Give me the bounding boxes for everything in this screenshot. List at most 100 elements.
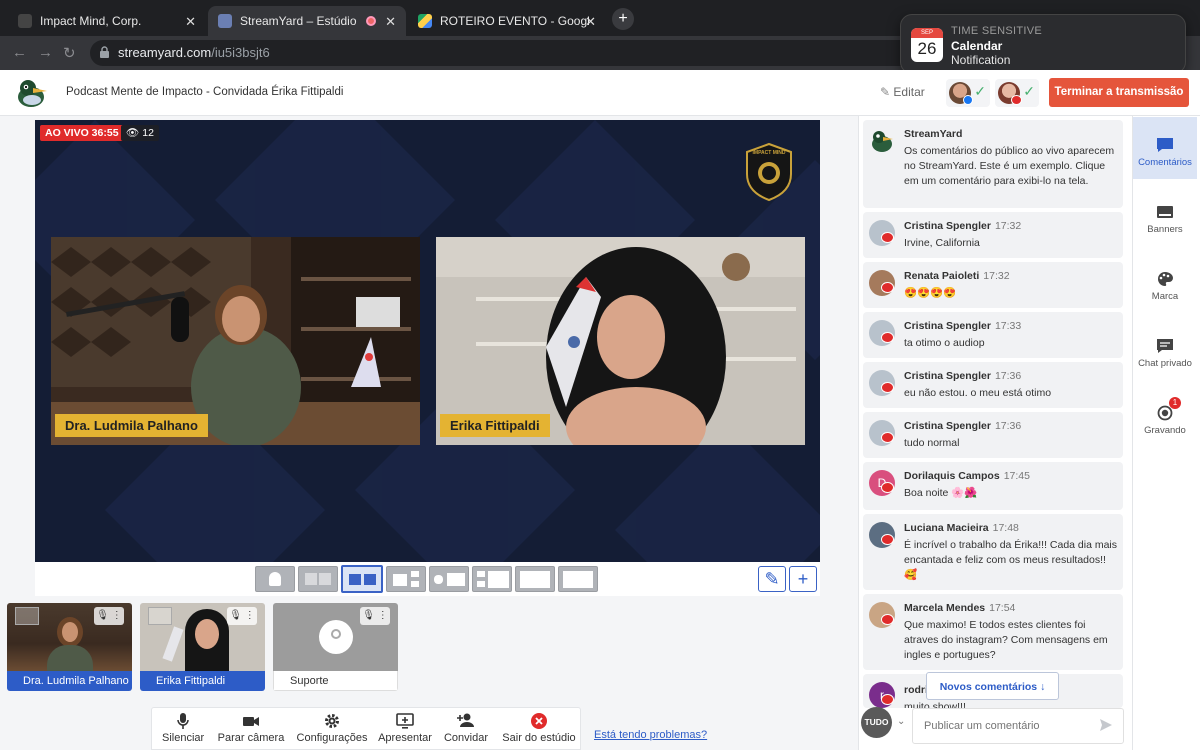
mic-options-button[interactable]: 🎙 ⋮ [227, 607, 257, 625]
comment-author: StreamYard [904, 128, 962, 140]
edit-label: Editar [893, 85, 925, 99]
comment-item[interactable]: D Dorilaquis Campos17:45 Boa noite 🌸🌺 [863, 462, 1123, 510]
edit-layout-button[interactable]: ✎ [758, 566, 786, 592]
rail-label: Comentários [1138, 157, 1192, 168]
layout-toolbar [35, 562, 820, 596]
comment-item[interactable]: Renata Paioleti 17:32 😍😍😍😍 [863, 262, 1123, 308]
url-path: /iu5i3bsjt6 [211, 45, 270, 60]
participant-nameplate: Dra. Ludmila Palhano [55, 414, 208, 437]
comment-text: É incrível o trabalho da Érika!!! Cada d… [904, 539, 1118, 581]
add-to-stage-icon[interactable] [148, 607, 172, 625]
layout-pip-button[interactable] [472, 566, 512, 592]
comment-item[interactable]: Cristina Spengler 17:36 eu não estou. o m… [863, 362, 1123, 408]
rail-banners[interactable]: Banners [1133, 184, 1197, 246]
notification-badge: 1 [1169, 397, 1181, 409]
comment-item[interactable]: Cristina Spengler 17:36 tudo normal [863, 412, 1123, 458]
browser-tab-active[interactable]: StreamYard – Estúdio ✕ [208, 6, 406, 36]
arrow-down-icon: ↓ [1040, 681, 1046, 693]
youtube-icon [881, 282, 894, 293]
end-broadcast-button[interactable]: Terminar a transmissão [1049, 78, 1189, 107]
having-problems-link[interactable]: Está tendo problemas? [594, 729, 707, 741]
layout-thin-button[interactable] [298, 566, 338, 592]
forward-arrow-icon[interactable]: → [38, 44, 53, 61]
notification-app: Calendar [951, 39, 1003, 53]
banner-icon [1157, 206, 1173, 218]
comment-filter-avatar[interactable]: TUDO [861, 707, 892, 738]
guest-tile-ludmila[interactable]: 🎙 ⋮ Dra. Ludmila Palhano [7, 603, 132, 691]
studio-header: Podcast Mente de Impacto - Convidada Éri… [0, 70, 1200, 116]
comment-text: tudo normal [904, 437, 960, 449]
comment-item[interactable]: Marcela Mendes 17:54 Que maximo! E todos … [863, 594, 1123, 670]
comment-author: Dorilaquis Campos 17:45 [904, 470, 1030, 482]
present-button[interactable]: Apresentar [377, 712, 433, 744]
comment-text: eu não estou. o meu está otimo [904, 387, 1052, 399]
layout-screen-button[interactable] [429, 566, 469, 592]
comment-author-name: Luciana Macieira [904, 522, 989, 534]
comment-time: 17:48 [992, 522, 1019, 534]
comments-panel: StreamYard Os comentários do público ao … [858, 116, 1132, 750]
comment-text: Boa noite 🌸🌺 [904, 487, 978, 499]
facebook-icon [963, 95, 973, 105]
comment-input[interactable] [912, 708, 1124, 744]
comment-time: 17:32 [983, 270, 1010, 282]
participant-video-erika[interactable]: Erika Fittipaldi [436, 237, 805, 445]
browser-tab[interactable]: ROTEIRO EVENTO - Google D ✕ [408, 6, 606, 36]
browser-tab[interactable]: Impact Mind, Corp. ✕ [8, 6, 206, 36]
stop-camera-button[interactable]: Parar câmera [216, 712, 286, 744]
comment-author-name: Cristina Spengler [904, 320, 991, 332]
participant-video-ludmila[interactable]: Dra. Ludmila Palhano [51, 237, 420, 445]
comment-item[interactable]: Cristina Spengler 17:32 Irvine, Californi… [863, 212, 1123, 258]
invite-button[interactable]: Convidar [442, 712, 490, 744]
comment-author: rodri [904, 684, 928, 696]
settings-label: Configurações [296, 732, 368, 744]
mute-button[interactable]: Silenciar [162, 712, 204, 744]
new-tab-button[interactable]: + [612, 8, 634, 30]
chevron-down-icon[interactable]: ⌄ [897, 716, 905, 727]
recording-indicator-icon [366, 16, 376, 26]
close-tab-icon[interactable]: ✕ [585, 14, 596, 30]
layout-solo-button[interactable] [255, 566, 295, 592]
invite-label: Convidar [443, 732, 489, 744]
calendar-notification[interactable]: SEP 26 TIME SENSITIVE Calendar Notificat… [900, 14, 1186, 74]
layout-cinema-button[interactable] [515, 566, 555, 592]
youtube-icon [881, 482, 894, 493]
studio-controls-bar: Silenciar Parar câmera Configurações Apr… [151, 707, 581, 750]
layout-leader-button[interactable] [386, 566, 426, 592]
leave-studio-button[interactable]: Sair do estúdio [501, 712, 577, 744]
layout-group-button[interactable] [341, 565, 383, 593]
add-layout-button[interactable]: + [789, 566, 817, 592]
close-tab-icon[interactable]: ✕ [185, 14, 196, 30]
new-comments-button[interactable]: Novos comentários ↓ [926, 672, 1059, 700]
comment-item[interactable]: Cristina Spengler 17:33 ta otimo o audiop [863, 312, 1123, 358]
comment-time: 17:36 [994, 420, 1022, 432]
rail-comments[interactable]: Comentários [1133, 117, 1197, 179]
send-icon[interactable] [1099, 718, 1113, 732]
mic-options-button[interactable]: 🎙 ⋮ [94, 607, 124, 625]
youtube-destination-avatar[interactable]: ✓ [995, 79, 1039, 107]
layout-full-button[interactable] [558, 566, 598, 592]
facebook-destination-avatar[interactable]: ✓ [946, 79, 990, 107]
close-tab-icon[interactable]: ✕ [385, 14, 396, 30]
reload-icon[interactable]: ↻ [63, 44, 76, 62]
camera-icon [243, 717, 259, 726]
comment-author: Renata Paioleti 17:32 [904, 270, 1010, 282]
present-screen-icon [396, 713, 414, 729]
guest-tile-suporte[interactable]: 🎙 ⋮ Suporte [273, 603, 398, 691]
back-arrow-icon[interactable]: ← [12, 44, 27, 61]
settings-button[interactable]: Configurações [295, 712, 369, 744]
youtube-icon [881, 534, 894, 545]
add-to-stage-icon[interactable] [15, 607, 39, 625]
guest-name-label: Erika Fittipaldi [140, 671, 265, 691]
rail-private-chat[interactable]: Chat privado [1133, 318, 1197, 380]
guest-tile-erika[interactable]: 🎙 ⋮ Erika Fittipaldi [140, 603, 265, 691]
rail-brand[interactable]: Marca [1133, 251, 1197, 313]
rail-recording[interactable]: Gravando 1 [1133, 385, 1197, 447]
edit-button[interactable]: ✎ Editar [880, 85, 925, 99]
mic-options-button[interactable]: 🎙 ⋮ [360, 607, 390, 625]
plus-icon: + [797, 569, 809, 589]
comment-item[interactable]: Luciana Macieira 17:48 É incrível o traba… [863, 514, 1123, 590]
streamyard-duck-logo-icon [18, 80, 47, 107]
comment-text: 😍😍😍😍 [904, 287, 957, 299]
comment-item[interactable]: StreamYard Os comentários do público ao … [863, 120, 1123, 208]
close-circle-icon [531, 713, 547, 729]
